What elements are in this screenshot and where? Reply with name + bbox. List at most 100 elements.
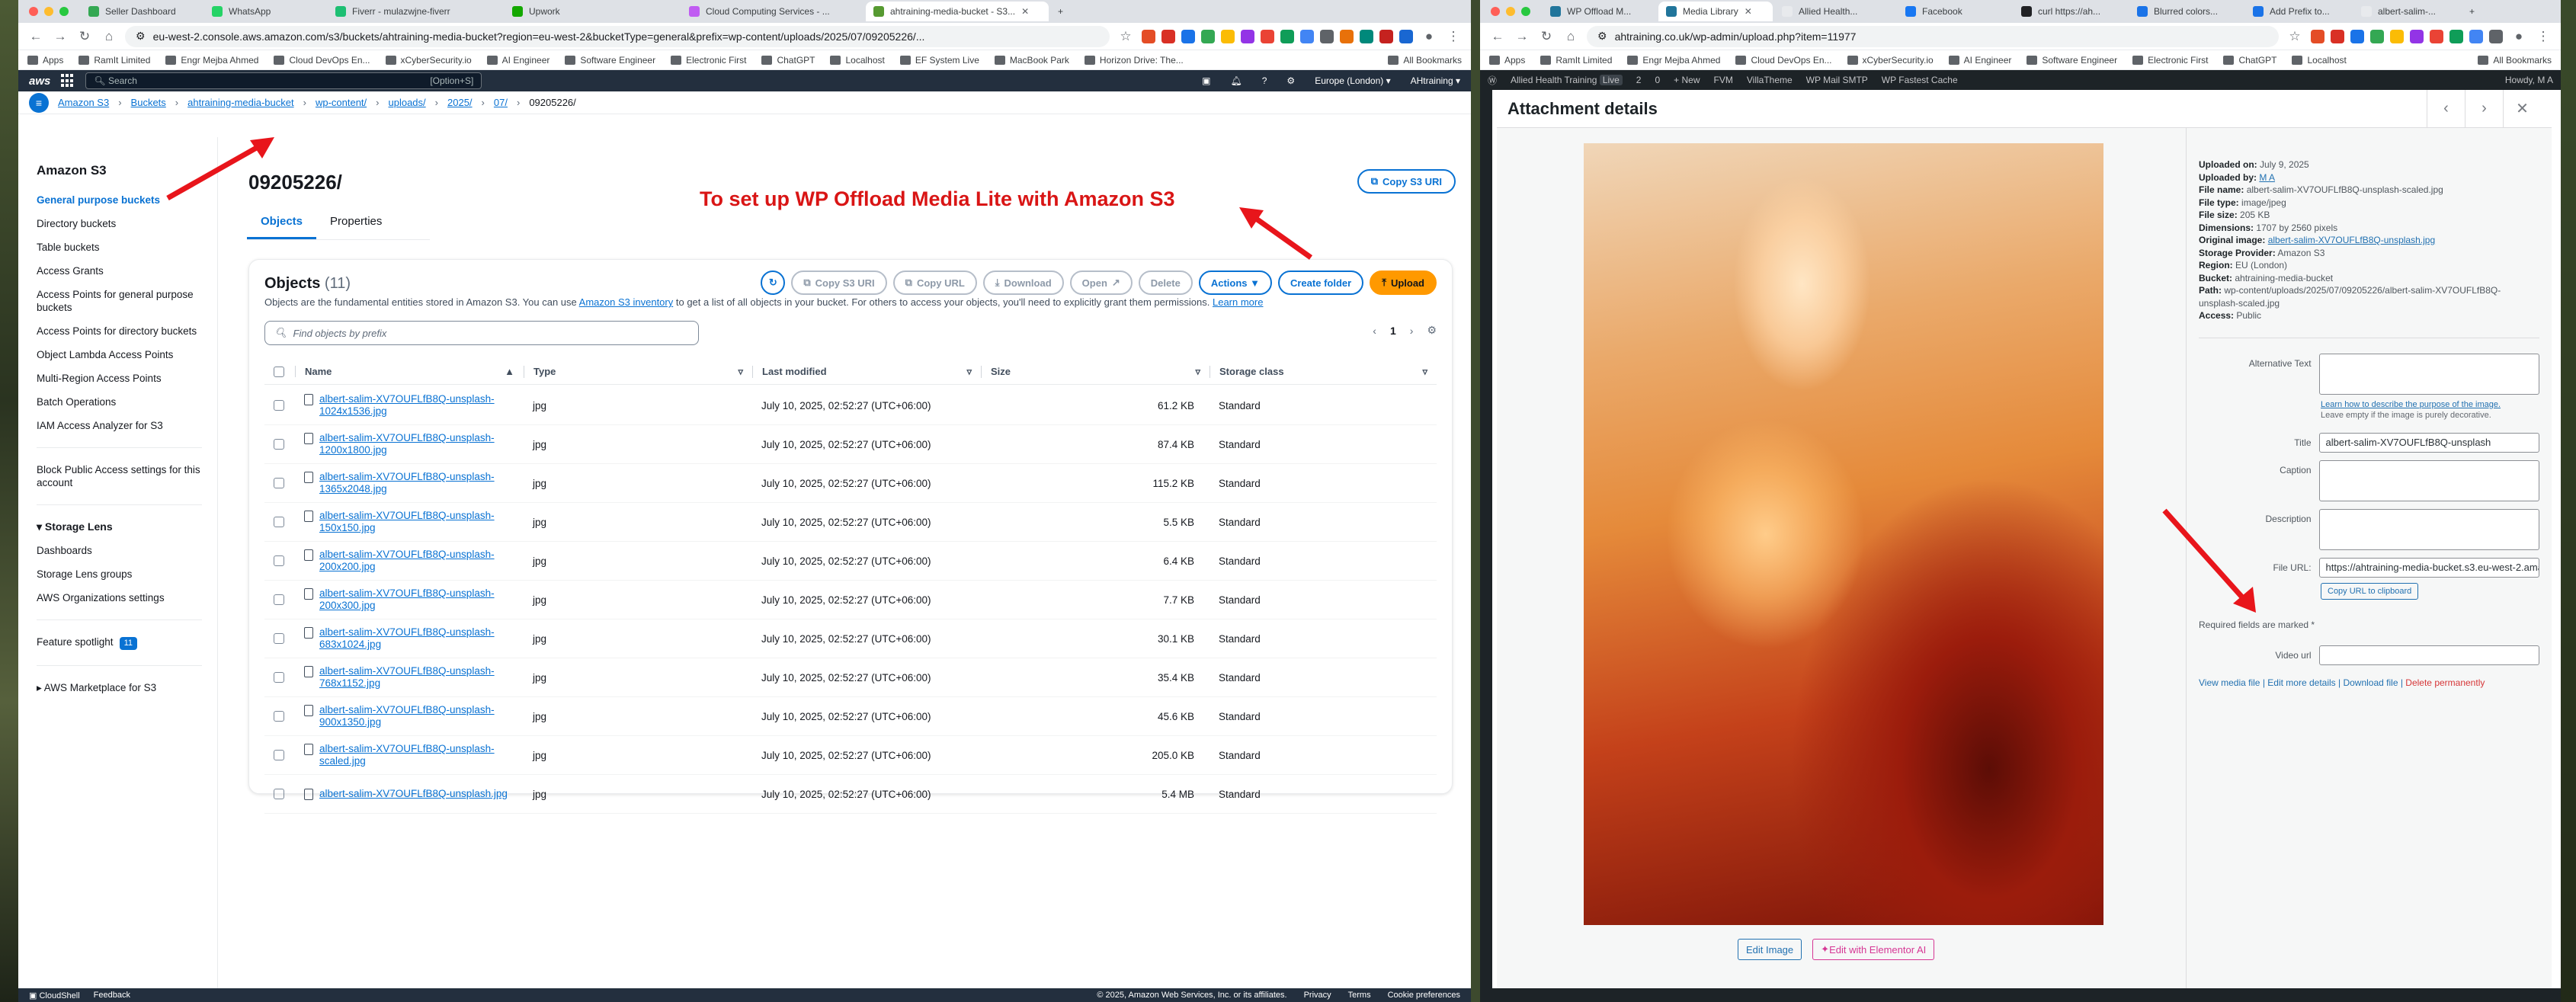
object-name-link[interactable]: albert-salim-XV7OUFLfB8Q-unsplash-200x20… [319,549,517,573]
prev-page-icon[interactable]: ‹ [1373,325,1376,337]
alt-help-link[interactable]: Learn how to describe the purpose of the… [2321,400,2501,409]
sidebar-item-access-points-directory[interactable]: Access Points for directory buckets [37,325,217,338]
browser-menu-icon[interactable]: ⋮ [2535,29,2552,44]
admin-bar-site[interactable]: Allied Health Training Live [1511,75,1623,85]
bookmark-item[interactable]: RamIt Limited [78,55,150,66]
actions-dropdown[interactable]: Actions ▼ [1198,271,1272,295]
extension-icon[interactable] [2449,29,2463,43]
feedback-link[interactable]: Feedback [94,991,130,1000]
bookmark-item[interactable]: Cloud DevOps En... [1735,55,1832,66]
row-checkbox[interactable] [274,517,284,527]
back-icon[interactable]: ← [1489,29,1506,44]
object-name-link[interactable]: albert-salim-XV7OUFLfB8Q-unsplash-1200x1… [319,432,517,456]
sidebar-item-access-grants[interactable]: Access Grants [37,264,217,277]
close-modal-icon[interactable]: ✕ [2503,89,2541,128]
edit-image-button[interactable]: Edit Image [1738,939,1802,960]
column-header-size[interactable]: Size ▿ [981,365,1210,378]
open-button[interactable]: Open ↗ [1069,271,1133,295]
bookmark-item[interactable]: AI Engineer [486,55,549,66]
table-row[interactable]: albert-salim-XV7OUFLfB8Q-unsplash-scaled… [264,736,1437,775]
browser-tab[interactable]: albert-salim-... [2353,2,2460,21]
table-row[interactable]: albert-salim-XV7OUFLfB8Q-unsplash-1200x1… [264,425,1437,464]
wp-fastest-cache-menu[interactable]: WP Fastest Cache [1882,75,1958,85]
bookmark-item[interactable]: Software Engineer [2027,55,2117,66]
extension-icon[interactable] [1261,29,1274,43]
url-field[interactable]: ⚙ eu-west-2.console.aws.amazon.com/s3/buc… [125,25,1110,47]
row-checkbox[interactable] [274,594,284,605]
bookmark-item[interactable]: xCyberSecurity.io [1847,55,1934,66]
sidebar-item-multi-region[interactable]: Multi-Region Access Points [37,372,217,385]
view-media-link[interactable]: View media file [2199,677,2260,688]
extension-icon[interactable] [1360,29,1373,43]
browser-tab[interactable]: Fiverr - mulazwjne-fiverr [328,2,503,21]
extension-icon[interactable] [1399,29,1413,43]
services-grid-icon[interactable] [61,74,75,88]
privacy-link[interactable]: Privacy [1304,991,1331,1000]
profile-avatar[interactable]: ● [1421,29,1437,44]
sidebar-item-object-lambda[interactable]: Object Lambda Access Points [37,348,217,361]
copy-s3-uri-disabled-button[interactable]: ⧉ Copy S3 URI [791,271,887,295]
object-name-link[interactable]: albert-salim-XV7OUFLfB8Q-unsplash-scaled… [319,743,517,767]
new-content-menu[interactable]: + New [1674,75,1700,85]
caption-input[interactable] [2318,459,2539,501]
region-selector[interactable]: Europe (London) ▾ [1315,75,1390,86]
breadcrumb-link[interactable]: wp-content/ [316,97,367,108]
extension-icon[interactable] [1320,29,1334,43]
storage-lens-group[interactable]: ▾ Storage Lens [37,520,217,533]
close-window-dot[interactable] [29,7,38,16]
browser-tab[interactable]: WhatsApp [204,2,326,21]
browser-tab[interactable]: Allied Health... [1774,2,1896,21]
extension-icon[interactable] [1161,29,1175,43]
meta-link[interactable]: albert-salim-XV7OUFLfB8Q-unsplash.jpg [2268,235,2435,245]
table-row[interactable]: albert-salim-XV7OUFLfB8Q-unsplash-900x13… [264,697,1437,736]
table-row[interactable]: albert-salim-XV7OUFLfB8Q-unsplash-768x11… [264,658,1437,697]
sidebar-item-batch-operations[interactable]: Batch Operations [37,395,217,408]
extension-icon[interactable] [1280,29,1294,43]
extension-icon[interactable] [2350,29,2364,43]
extension-icon[interactable] [1340,29,1354,43]
sidebar-item-dashboards[interactable]: Dashboards [37,544,217,557]
browser-tab[interactable]: WP Offload M... [1543,2,1657,21]
browser-tab[interactable]: Cloud Computing Services - ... [681,2,864,21]
bookmark-item[interactable]: Apps [27,55,63,66]
table-row[interactable]: albert-salim-XV7OUFLfB8Q-unsplash-683x10… [264,619,1437,658]
table-row[interactable]: albert-salim-XV7OUFLfB8Q-unsplash-150x15… [264,503,1437,542]
notifications-bell-icon[interactable]: 🔔︎ [1231,75,1242,86]
site-info-icon[interactable]: ⚙ [136,30,146,43]
close-window-dot[interactable] [1491,7,1500,16]
tab-properties[interactable]: Properties [316,209,396,239]
extension-icon[interactable] [1241,29,1254,43]
breadcrumb-link[interactable]: Amazon S3 [58,97,109,108]
reload-icon[interactable]: ↻ [1538,29,1555,44]
cloudshell-icon[interactable]: ▣ [1202,75,1210,86]
help-icon[interactable]: ? [1262,75,1267,86]
edit-elementor-ai-button[interactable]: ✦ Edit with Elementor AI [1812,939,1935,960]
object-name-link[interactable]: albert-salim-XV7OUFLfB8Q-unsplash-200x30… [319,587,517,612]
minimize-window-dot[interactable] [1506,7,1515,16]
next-page-icon[interactable]: › [1410,325,1414,337]
download-button[interactable]: ⤓ Download [982,271,1064,295]
home-icon[interactable]: ⌂ [101,29,117,44]
object-name-link[interactable]: albert-salim-XV7OUFLfB8Q-unsplash-900x13… [319,704,517,728]
extension-icon[interactable] [2390,29,2404,43]
column-header-last-modified[interactable]: Last modified ▿ [752,365,981,378]
bookmark-item[interactable]: Electronic First [671,55,746,66]
sidebar-item-lens-groups[interactable]: Storage Lens groups [37,568,217,581]
sidebar-item-feature-spotlight[interactable]: Feature spotlight 11 [37,635,217,650]
sidebar-item-general-purpose-buckets[interactable]: General purpose buckets [37,194,217,206]
row-checkbox[interactable] [274,555,284,566]
sidebar-item-block-public-access[interactable]: Block Public Access settings for this ac… [37,463,217,489]
breadcrumb-link[interactable]: Buckets [131,97,166,108]
delete-button[interactable]: Delete [1138,271,1193,295]
bookmark-item[interactable]: Engr Mejba Ahmed [1627,55,1720,66]
previous-item-icon[interactable]: ‹ [2427,89,2465,128]
reload-icon[interactable]: ↻ [76,29,93,44]
bookmark-item[interactable]: Apps [1489,55,1525,66]
comments-count[interactable]: 0 [1655,75,1660,85]
bookmark-star-icon[interactable]: ☆ [1117,29,1134,44]
extension-icon[interactable] [1300,29,1314,43]
all-bookmarks[interactable]: All Bookmarks [2478,55,2552,66]
new-tab-button[interactable]: + [1050,2,1071,21]
row-checkbox[interactable] [274,439,284,450]
site-info-icon[interactable]: ⚙ [1597,30,1607,43]
